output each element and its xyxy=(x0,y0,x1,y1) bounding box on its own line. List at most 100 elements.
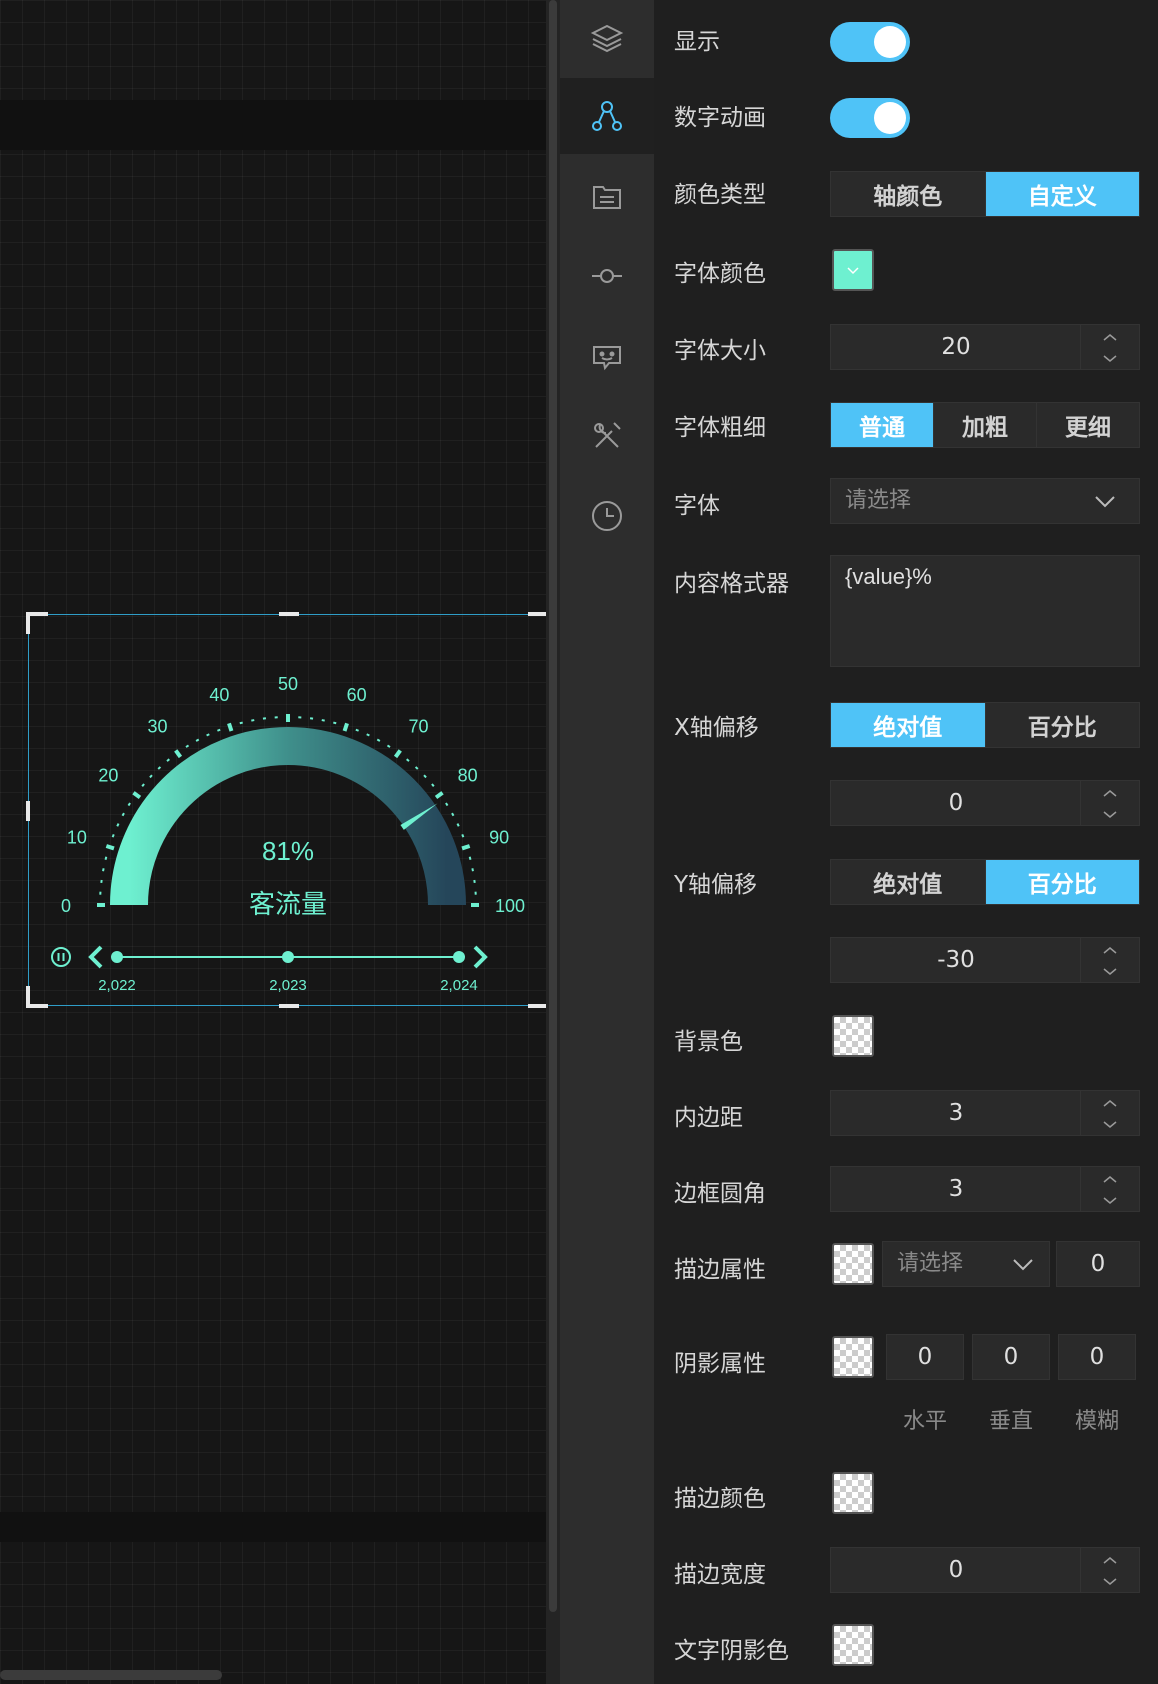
gauge-tick xyxy=(185,744,190,748)
stepper-up-down-icon[interactable] xyxy=(1081,1091,1139,1135)
next-arrow-icon[interactable] xyxy=(473,945,488,969)
rail-tab-history[interactable] xyxy=(560,478,654,554)
font-select[interactable]: 请选择 xyxy=(830,478,1140,524)
stepper-arrows[interactable] xyxy=(1080,1548,1139,1592)
pause-icon[interactable] xyxy=(51,947,71,967)
resize-handle[interactable] xyxy=(26,801,30,821)
font-size-stepper[interactable]: 20 xyxy=(830,324,1140,370)
x-offset-percent-option[interactable]: 百分比 xyxy=(985,703,1139,747)
timeline[interactable]: 2,022 2,023 2,024 xyxy=(51,945,488,994)
y-offset-stepper[interactable]: -30 xyxy=(830,937,1140,983)
gauge-tick xyxy=(406,758,410,762)
border-style-placeholder: 请选择 xyxy=(897,1251,964,1276)
y-offset-absolute-option[interactable]: 绝对值 xyxy=(831,860,986,904)
clock-icon xyxy=(592,501,622,531)
gauge-tick xyxy=(166,758,170,762)
tools-icon xyxy=(594,422,621,448)
number-anim-toggle[interactable] xyxy=(830,98,910,138)
stroke-color-swatch[interactable] xyxy=(832,1472,874,1514)
stroke-width-stepper[interactable]: 0 xyxy=(830,1547,1140,1593)
design-canvas[interactable]: 0 10 20 30 40 50 60 70 80 90 100 81% 客流量 2,022 2,02… xyxy=(0,0,550,1684)
prev-arrow-icon[interactable] xyxy=(88,945,103,969)
chevron-down-icon xyxy=(1013,1259,1033,1271)
font-weight-lighter-option[interactable]: 更细 xyxy=(1037,403,1139,447)
color-type-axis-option[interactable]: 轴颜色 xyxy=(831,172,986,216)
gauge-tick xyxy=(414,766,419,770)
bg-color-swatch[interactable] xyxy=(832,1015,874,1057)
gauge-scale-label: 100 xyxy=(495,896,525,916)
font-weight-normal-option[interactable]: 普通 xyxy=(831,403,934,447)
text-shadow-swatch[interactable] xyxy=(832,1624,874,1666)
resize-handle[interactable] xyxy=(279,1004,299,1008)
stepper-up-down-icon[interactable] xyxy=(1081,1167,1139,1211)
chevron-down-icon xyxy=(1095,496,1115,508)
gauge-tick xyxy=(376,738,381,742)
rail-tab-chat[interactable] xyxy=(560,318,654,394)
timeline-point[interactable] xyxy=(282,951,294,963)
shadow-blur-input[interactable]: 0 xyxy=(1058,1334,1136,1380)
resize-handle[interactable] xyxy=(279,612,299,616)
stepper-up-down-icon[interactable] xyxy=(1081,325,1139,369)
shadow-color-swatch[interactable] xyxy=(832,1336,874,1378)
toggle-knob xyxy=(874,102,906,134)
horizontal-scrollbar[interactable] xyxy=(0,1670,222,1680)
x-offset-label: X轴偏移 xyxy=(674,715,759,741)
scroll-thumb[interactable] xyxy=(549,0,557,1612)
gauge-scale-label: 50 xyxy=(278,674,298,694)
gauge-tick xyxy=(127,802,131,807)
gauge-tick xyxy=(157,766,162,770)
shadow-v-input[interactable]: 0 xyxy=(972,1334,1050,1380)
gauge-value-text: 81% xyxy=(262,836,314,866)
color-type-label: 颜色类型 xyxy=(674,182,766,208)
y-offset-percent-option[interactable]: 百分比 xyxy=(985,860,1139,904)
canvas-band xyxy=(0,1512,546,1542)
gauge-tick xyxy=(451,812,455,817)
font-label: 字体 xyxy=(674,493,720,519)
stepper-arrows[interactable] xyxy=(1080,1091,1139,1135)
font-size-value: 20 xyxy=(941,334,971,360)
padding-stepper[interactable]: 3 xyxy=(830,1090,1140,1136)
commit-icon xyxy=(592,269,622,283)
font-color-swatch[interactable] xyxy=(832,249,874,291)
border-color-swatch[interactable] xyxy=(832,1243,874,1285)
stepper-up-down-icon[interactable] xyxy=(1081,938,1139,982)
timeline-point[interactable] xyxy=(453,951,465,963)
resize-corner[interactable] xyxy=(26,986,48,1008)
shadow-h-input[interactable]: 0 xyxy=(886,1334,964,1380)
border-width-input[interactable]: 0 xyxy=(1056,1241,1140,1287)
font-weight-bold-option[interactable]: 加粗 xyxy=(934,403,1037,447)
font-size-label: 字体大小 xyxy=(674,338,766,364)
stepper-arrows[interactable] xyxy=(1080,781,1139,825)
formatter-textarea[interactable]: {value}% xyxy=(830,555,1140,667)
x-offset-absolute-option[interactable]: 绝对值 xyxy=(831,703,986,747)
color-type-custom-option[interactable]: 自定义 xyxy=(985,172,1139,216)
stepper-up-down-icon[interactable] xyxy=(1081,1548,1139,1592)
border-style-select[interactable]: 请选择 xyxy=(882,1241,1050,1287)
padding-value: 3 xyxy=(948,1100,964,1126)
timeline-label: 2,022 xyxy=(98,977,136,994)
vertical-scrollbar[interactable] xyxy=(546,0,560,1684)
shadow-label: 阴影属性 xyxy=(674,1351,766,1377)
radius-stepper[interactable]: 3 xyxy=(830,1166,1140,1212)
gauge-tick xyxy=(121,812,125,817)
rail-tab-tools[interactable] xyxy=(560,398,654,474)
x-offset-stepper[interactable]: 0 xyxy=(830,780,1140,826)
gauge-scale-label: 80 xyxy=(458,766,478,786)
stepper-up-down-icon[interactable] xyxy=(1081,781,1139,825)
stepper-arrows[interactable] xyxy=(1080,1167,1139,1211)
resize-corner[interactable] xyxy=(26,612,48,634)
rail-tab-list[interactable] xyxy=(560,158,654,234)
gauge-widget[interactable]: 0 10 20 30 40 50 60 70 80 90 100 81% 客流量 2,022 2,02… xyxy=(26,612,550,1008)
show-toggle[interactable] xyxy=(830,22,910,62)
stepper-arrows[interactable] xyxy=(1080,325,1139,369)
formatter-value: {value}% xyxy=(845,564,932,589)
timeline-point[interactable] xyxy=(111,951,123,963)
stepper-arrows[interactable] xyxy=(1080,938,1139,982)
formatter-label: 内容格式器 xyxy=(674,571,789,597)
gauge-tick xyxy=(342,722,349,732)
gauge-tick xyxy=(132,791,142,800)
rail-tab-layers[interactable] xyxy=(560,0,654,76)
y-offset-label: Y轴偏移 xyxy=(674,872,758,898)
rail-tab-nodes[interactable] xyxy=(560,78,654,154)
rail-tab-commit[interactable] xyxy=(560,238,654,314)
